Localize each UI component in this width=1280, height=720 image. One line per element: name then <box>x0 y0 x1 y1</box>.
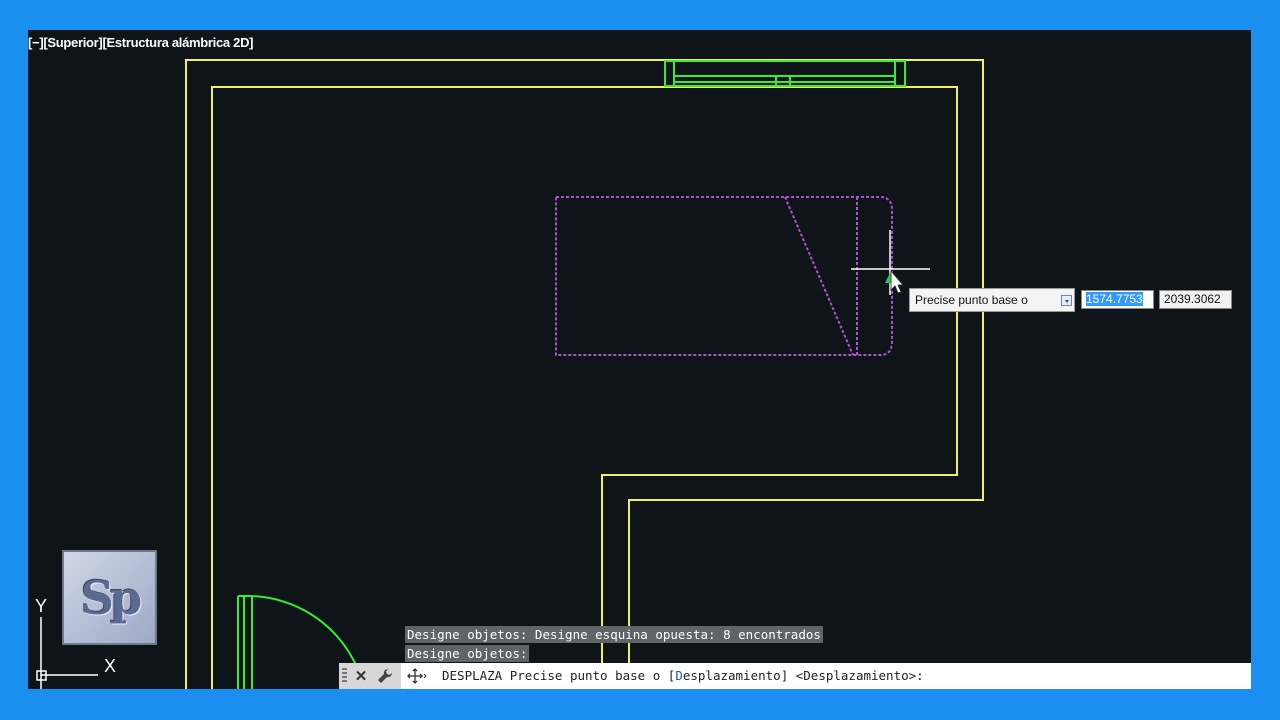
ucs-x-label: X <box>104 656 116 676</box>
x-coordinate-input[interactable]: 1574.7753 <box>1081 290 1154 309</box>
wrench-icon[interactable] <box>375 666 395 686</box>
command-name: DESPLAZA <box>442 668 503 683</box>
drag-grip-icon[interactable] <box>342 668 347 684</box>
tooltip-prompt: Precise punto base o <box>915 293 1028 307</box>
crosshair-cursor <box>851 230 930 295</box>
dynamic-input-tooltip: Precise punto base o <box>909 288 1075 312</box>
command-prompt[interactable]: DESPLAZA Precise punto base o [Desplazam… <box>442 668 924 683</box>
close-icon[interactable]: ✕ <box>351 666 371 686</box>
mouse-pointer-icon <box>890 269 904 294</box>
prompt-default: ] <Desplazamiento>: <box>780 668 924 683</box>
command-line-controls: ✕ <box>339 663 401 689</box>
walls <box>185 59 984 689</box>
command-line-bar[interactable]: ✕ DESPLAZA Precise punto base o [Desplaz… <box>339 663 1251 689</box>
option-hotkey[interactable]: D <box>675 668 683 683</box>
logo-text: Sp <box>80 570 142 625</box>
option-rest[interactable]: esplazamiento <box>683 668 781 683</box>
down-arrow-icon[interactable] <box>1061 295 1072 306</box>
selected-bed-object[interactable] <box>555 196 893 356</box>
command-history-line: Designe objetos: <box>405 645 530 662</box>
drawing-viewport[interactable]: [−][Superior][Estructura alámbrica 2D] Y… <box>28 30 1251 689</box>
prompt-text: Precise punto base o [ <box>502 668 676 683</box>
viewport-controls-label[interactable]: [−][Superior][Estructura alámbrica 2D] <box>28 35 253 50</box>
move-arrows-icon[interactable] <box>405 666 429 686</box>
channel-logo: Sp <box>62 550 157 645</box>
x-coordinate-value: 1574.7753 <box>1086 292 1143 306</box>
window <box>664 60 906 87</box>
ucs-y-label: Y <box>35 596 47 616</box>
inner-wall-line <box>211 86 958 689</box>
floor-plan-drawing[interactable] <box>28 30 1251 689</box>
command-history-line: Designe objetos: Designe esquina opuesta… <box>405 626 823 643</box>
y-coordinate-input[interactable]: 2039.3062 <box>1159 290 1232 309</box>
outer-wall-line <box>185 59 984 689</box>
